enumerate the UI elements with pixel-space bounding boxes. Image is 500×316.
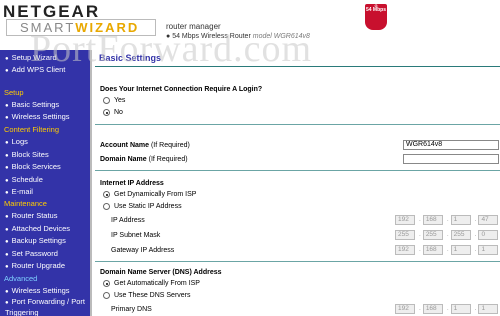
sidebar-section-advanced: Advanced xyxy=(4,274,38,283)
page-title: Basic Settings xyxy=(99,53,162,63)
gateway-input[interactable]: 192. 168. 1. 1 xyxy=(395,245,500,255)
ip-dynamic-radio[interactable] xyxy=(103,191,110,198)
ip-address-input[interactable]: 192. 168. 1. 47 xyxy=(395,215,500,225)
primary-dns-input[interactable]: 192. 168. 1. 1 xyxy=(395,304,500,314)
bullet-icon: ● xyxy=(5,264,9,270)
bullet-icon: ● xyxy=(5,56,9,62)
sidebar-section-content-filtering: Content Filtering xyxy=(4,125,60,134)
section-divider xyxy=(95,170,500,171)
title-divider xyxy=(95,66,500,67)
main-content: Basic Settings Does Your Internet Connec… xyxy=(95,50,500,316)
sidebar-item-wireless-settings[interactable]: ● Wireless Settings xyxy=(0,111,92,123)
header: NETGEAR SMARTWIZARD router manager ● 54 … xyxy=(0,0,500,50)
bullet-icon: ● xyxy=(5,252,9,258)
bullet-icon: ● xyxy=(5,214,9,220)
bullet-icon: ● xyxy=(5,190,9,196)
sidebar-item-add-wps-client[interactable]: ● Add WPS Client xyxy=(0,64,92,76)
ip-dynamic-option[interactable]: Get Dynamically From ISP xyxy=(103,191,196,198)
sidebar-item-setup-wizard[interactable]: ● Setup Wizard xyxy=(0,52,92,64)
sidebar-item-set-password[interactable]: ● Set Password xyxy=(0,248,92,260)
ip-address-label: IP Address xyxy=(111,217,145,224)
sidebar-item-block-services[interactable]: ● Block Services xyxy=(0,161,92,173)
bullet-icon: ● xyxy=(5,115,9,121)
sidebar-item-router-status[interactable]: ● Router Status xyxy=(0,210,92,222)
login-question: Does Your Internet Connection Require A … xyxy=(100,86,263,93)
ip-static-option[interactable]: Use Static IP Address xyxy=(103,203,182,210)
sidebar-item-router-upgrade[interactable]: ● Router Upgrade xyxy=(0,260,92,272)
bullet-icon: ● xyxy=(5,153,9,159)
account-name-input[interactable]: WGR614v8 xyxy=(403,140,499,150)
domain-name-label: Domain Name (If Required) xyxy=(100,156,188,163)
account-name-label: Account Name (If Required) xyxy=(100,142,190,149)
g-badge-icon: G 54 Mbps xyxy=(365,4,387,30)
dns-auto-option[interactable]: Get Automatically From ISP xyxy=(103,280,200,287)
login-no-radio[interactable] xyxy=(103,109,110,116)
sidebar-nav: ● Setup Wizard ● Add WPS Client Setup ● Bas… xyxy=(0,50,92,316)
sidebar-section-setup: Setup xyxy=(4,88,24,97)
router-model-subtitle: ● 54 Mbps Wireless Router model WGR614v8 xyxy=(166,33,310,40)
dns-heading: Domain Name Server (DNS) Address xyxy=(100,269,222,276)
smartwizard-logo: SMARTWIZARD xyxy=(20,20,140,35)
section-divider xyxy=(95,124,500,125)
bullet-icon: ● xyxy=(5,140,9,146)
bullet-icon: ● xyxy=(5,300,9,306)
sidebar-item-port-forwarding[interactable]: ● Port Forwarding / Port Triggering xyxy=(0,297,92,316)
dns-manual-option[interactable]: Use These DNS Servers xyxy=(103,292,191,299)
sidebar-item-attached-devices[interactable]: ● Attached Devices xyxy=(0,223,92,235)
subnet-mask-label: IP Subnet Mask xyxy=(111,232,161,239)
sidebar-item-block-sites[interactable]: ● Block Sites xyxy=(0,149,92,161)
dns-auto-radio[interactable] xyxy=(103,280,110,287)
sidebar-item-basic-settings[interactable]: ● Basic Settings xyxy=(0,99,92,111)
gateway-label: Gateway IP Address xyxy=(111,247,175,254)
dns-manual-radio[interactable] xyxy=(103,292,110,299)
sidebar-item-schedule[interactable]: ● Schedule xyxy=(0,174,92,186)
login-yes-option[interactable]: Yes xyxy=(103,97,125,104)
bullet-icon: ● xyxy=(5,68,9,74)
bullet-icon: ● xyxy=(5,103,9,109)
sidebar-item-logs[interactable]: ● Logs xyxy=(0,136,92,148)
primary-dns-label: Primary DNS xyxy=(111,306,152,313)
sidebar-item-email[interactable]: ● E-mail xyxy=(0,186,92,198)
internet-ip-heading: Internet IP Address xyxy=(100,180,164,187)
login-no-option[interactable]: No xyxy=(103,109,123,116)
ip-static-radio[interactable] xyxy=(103,203,110,210)
subnet-mask-input[interactable]: 255. 255. 255. 0 xyxy=(395,230,500,240)
bullet-icon: ● xyxy=(5,239,9,245)
bullet-icon: ● xyxy=(5,178,9,184)
sidebar-item-backup-settings[interactable]: ● Backup Settings xyxy=(0,235,92,247)
router-manager-title: router manager xyxy=(166,22,221,31)
login-yes-radio[interactable] xyxy=(103,97,110,104)
bullet-icon: ● xyxy=(5,289,9,295)
bullet-icon: ● xyxy=(5,165,9,171)
section-divider xyxy=(95,261,500,262)
sidebar-section-maintenance: Maintenance xyxy=(4,199,47,208)
sidebar-item-advanced-wireless-settings[interactable]: ● Wireless Settings xyxy=(0,285,92,297)
domain-name-input[interactable] xyxy=(403,154,499,164)
bullet-icon: ● xyxy=(5,227,9,233)
